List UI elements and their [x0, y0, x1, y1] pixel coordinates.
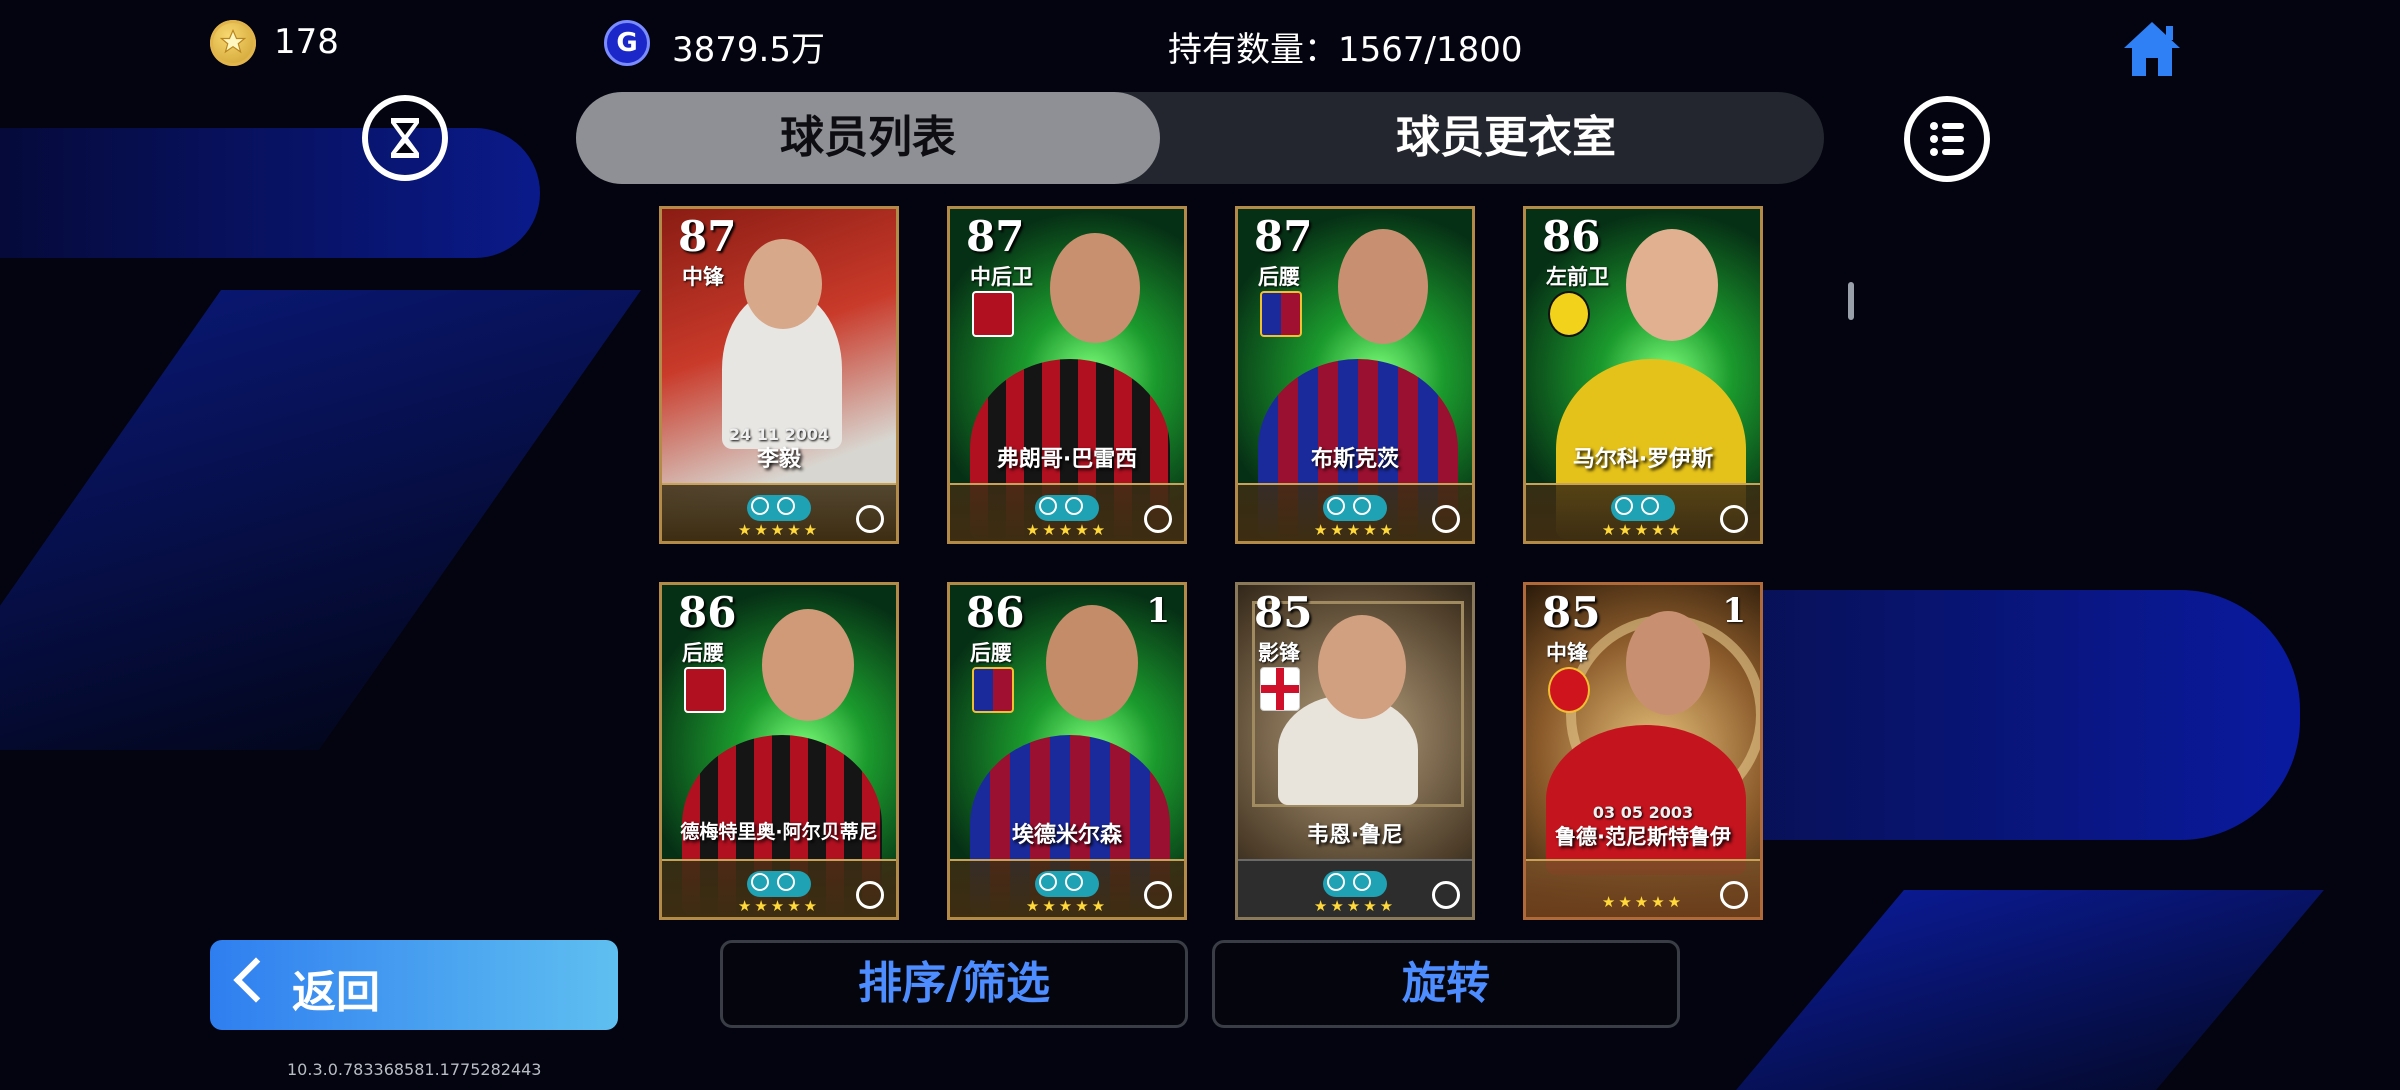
card-rating: 86 — [966, 588, 1025, 637]
tab-locker-room[interactable]: 球员更衣室 — [1266, 92, 1746, 184]
player-face — [1626, 611, 1710, 715]
sort-filter-button[interactable]: 排序/筛选 — [720, 940, 1188, 1028]
home-button[interactable] — [2120, 18, 2184, 80]
player-face — [1338, 229, 1428, 344]
club-crest-icon — [972, 291, 1014, 337]
card-name: 布斯克茨 — [1310, 447, 1399, 472]
card-position: 影锋 — [1258, 641, 1300, 665]
hourglass-icon — [391, 118, 419, 158]
card-date: 03 05 2003 — [1592, 803, 1694, 822]
hourglass-button[interactable] — [362, 95, 448, 181]
back-label: 返回 — [292, 967, 380, 1018]
player-card[interactable]: 87 中后卫 弗朗哥·巴雷西 ★★★★★ — [947, 206, 1187, 544]
player-card[interactable]: 87 后腰 布斯克茨 ★★★★★ — [1235, 206, 1475, 544]
scrollbar[interactable] — [1848, 282, 1854, 320]
top-bar: 178 G 3879.5万 持有数量：1567/1800 — [0, 18, 2400, 76]
player-face — [1050, 233, 1140, 343]
version-label: 10.3.0.783368581.1775282443 — [287, 1060, 542, 1079]
card-position: 后腰 — [970, 641, 1012, 665]
card-rating: 85 — [1542, 588, 1601, 637]
player-face — [762, 609, 854, 721]
card-position: 左前卫 — [1546, 265, 1609, 289]
efootball-badge-icon — [1035, 871, 1099, 897]
efootball-badge-icon — [1323, 495, 1387, 521]
player-figure — [1546, 725, 1746, 875]
player-card[interactable]: 86 后腰 1 埃德米尔森 ★★★★★ — [947, 582, 1187, 920]
card-rating: 85 — [1254, 588, 1313, 637]
club-crest-icon — [1548, 667, 1590, 713]
card-position: 后腰 — [682, 641, 724, 665]
player-face — [1318, 615, 1406, 719]
bg-decoration — [1700, 590, 2300, 840]
card-name: 马尔科·罗伊斯 — [1572, 447, 1714, 472]
efootball-logo-icon — [1144, 505, 1172, 533]
card-rating: 86 — [678, 588, 737, 637]
efootball-logo-icon — [856, 505, 884, 533]
efootball-logo-icon — [856, 881, 884, 909]
card-rating: 87 — [678, 212, 737, 261]
player-card[interactable]: 86 后腰 德梅特里奥·阿尔贝蒂尼 ★★★★★ — [659, 582, 899, 920]
card-position: 中锋 — [1546, 641, 1588, 665]
player-count: 持有数量：1567/1800 — [1168, 30, 1523, 70]
club-crest-icon — [972, 667, 1014, 713]
tab-bar: 球员列表 球员更衣室 — [576, 92, 1824, 184]
gp-balance: 3879.5万 — [672, 30, 825, 70]
efootball-logo-icon — [1720, 505, 1748, 533]
club-crest-icon — [684, 667, 726, 713]
back-button[interactable]: 返回 — [210, 940, 618, 1030]
bg-decoration — [0, 128, 540, 258]
player-card[interactable]: 86 左前卫 马尔科·罗伊斯 ★★★★★ — [1523, 206, 1763, 544]
player-card[interactable]: 85 影锋 韦恩·鲁尼 ★★★★★ — [1235, 582, 1475, 920]
card-name: 德梅特里奥·阿尔贝蒂尼 — [680, 821, 878, 843]
club-crest-icon — [1260, 291, 1302, 337]
card-rating: 87 — [966, 212, 1025, 261]
club-crest-icon — [1548, 291, 1590, 337]
level-badge: 1 — [1722, 591, 1746, 631]
card-name: 李毅 — [756, 447, 801, 472]
card-rating: 86 — [1542, 212, 1601, 261]
card-name: 韦恩·鲁尼 — [1306, 823, 1404, 848]
player-face — [744, 239, 822, 329]
efootball-logo-icon — [1432, 881, 1460, 909]
tab-player-list[interactable]: 球员列表 — [576, 92, 1160, 184]
coin-balance: 178 — [274, 22, 339, 62]
card-position: 后腰 — [1258, 265, 1300, 289]
efootball-logo-icon — [1144, 881, 1172, 909]
bg-decoration — [1736, 890, 2324, 1090]
efootball-logo-icon — [1720, 881, 1748, 909]
home-icon — [2124, 22, 2180, 76]
bg-decoration — [0, 290, 642, 750]
card-position: 中后卫 — [970, 265, 1033, 289]
efootball-badge-icon — [747, 495, 811, 521]
card-name: 鲁德·范尼斯特鲁伊 — [1555, 825, 1731, 849]
player-card[interactable]: 85 中锋 1 03 05 2003 鲁德·范尼斯特鲁伊 ★★★★★ — [1523, 582, 1763, 920]
card-rating: 87 — [1254, 212, 1313, 261]
efootball-badge-icon — [1035, 495, 1099, 521]
menu-button[interactable] — [1904, 96, 1990, 182]
card-position: 中锋 — [682, 265, 724, 289]
level-badge: 1 — [1146, 591, 1170, 631]
list-icon — [1930, 122, 1964, 156]
player-card[interactable]: 87 中锋 24 11 2004 李毅 ★★★★★ — [659, 206, 899, 544]
efootball-badge-icon — [1611, 495, 1675, 521]
chevron-left-icon — [233, 957, 279, 1003]
player-face — [1626, 229, 1718, 341]
coin-icon — [210, 20, 256, 66]
efootball-logo-icon — [1432, 505, 1460, 533]
flag-icon — [1260, 667, 1300, 711]
card-name: 埃德米尔森 — [1011, 823, 1122, 848]
rotate-button[interactable]: 旋转 — [1212, 940, 1680, 1028]
gp-icon: G — [604, 20, 650, 66]
efootball-badge-icon — [747, 871, 811, 897]
card-name: 弗朗哥·巴雷西 — [996, 447, 1138, 472]
efootball-badge-icon — [1323, 871, 1387, 897]
player-face — [1046, 605, 1138, 721]
